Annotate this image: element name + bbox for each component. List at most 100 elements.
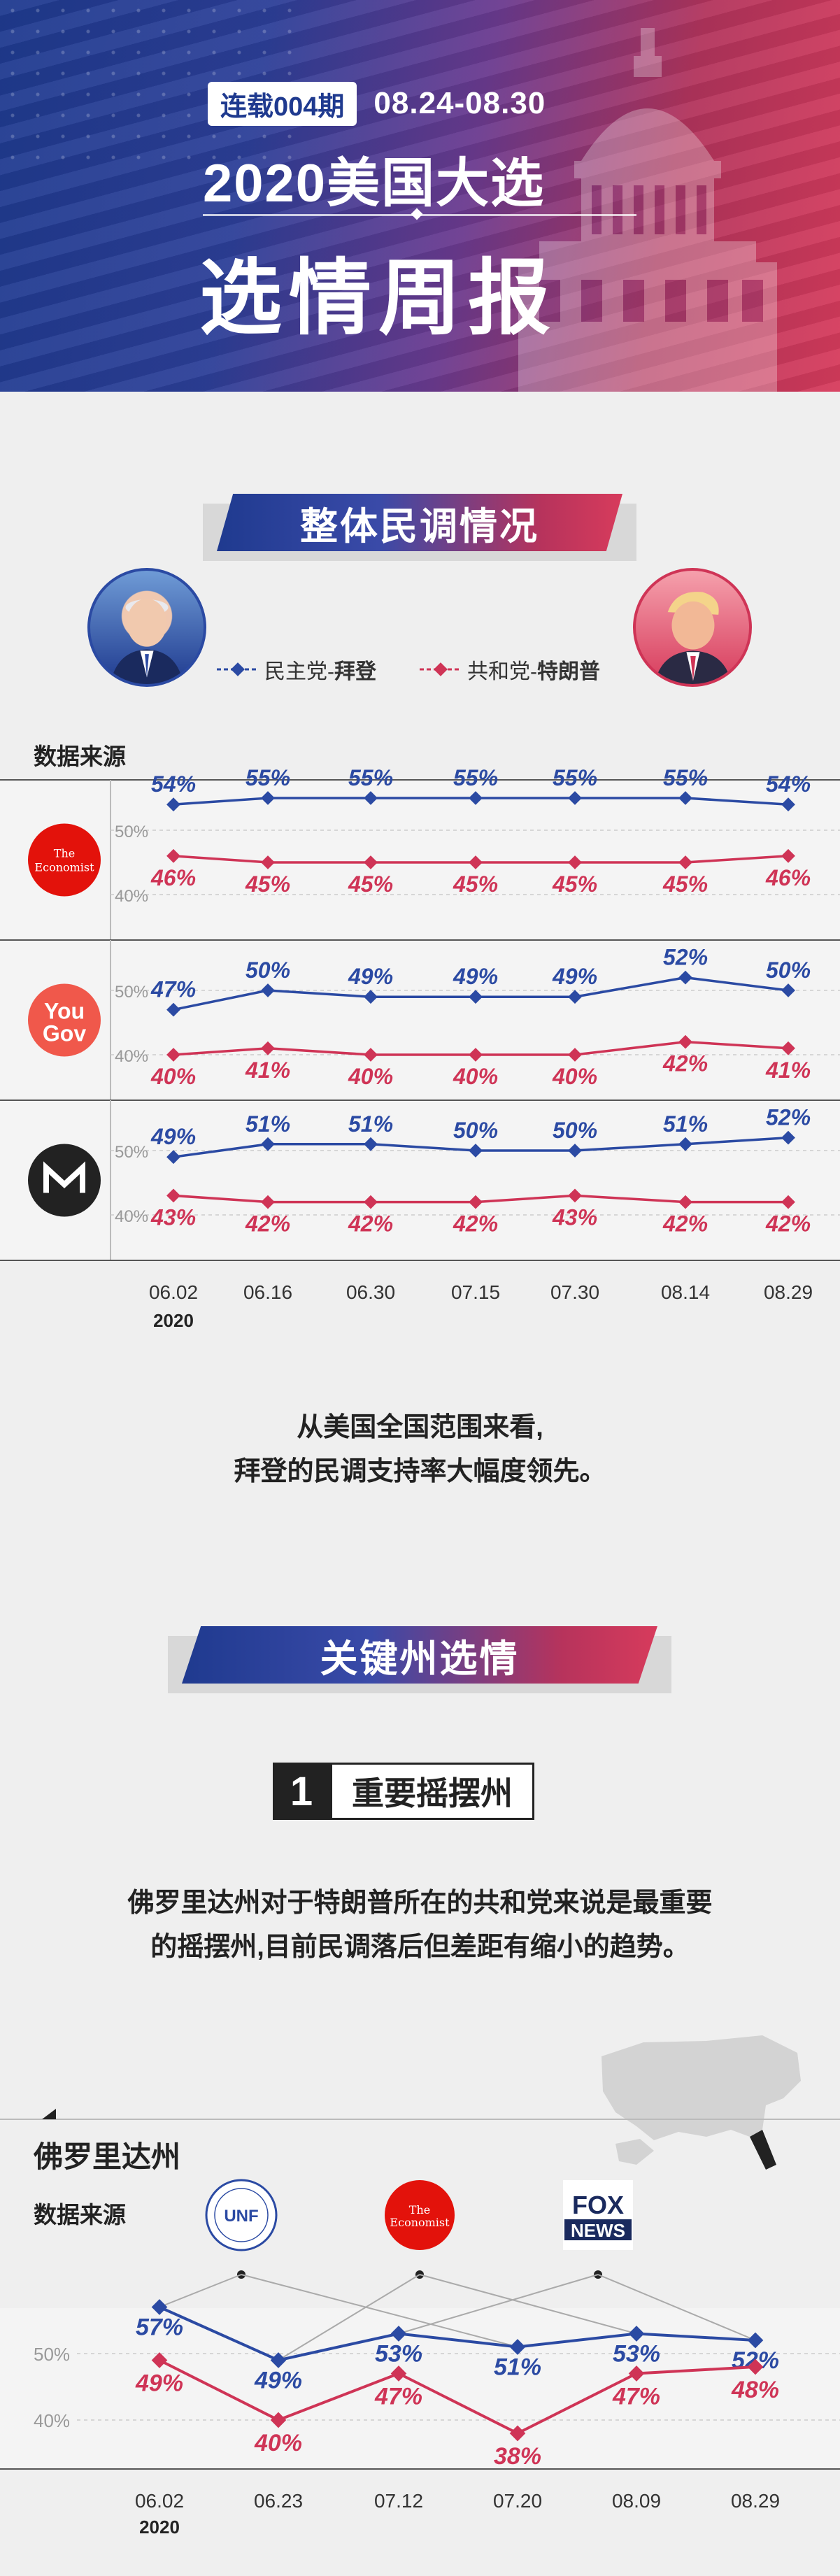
panel-background [0,1100,840,1260]
section-title: 整体民调情况 [217,494,622,551]
data-label: 40% [453,1064,498,1089]
data-label: 40% [552,1064,597,1089]
data-label: 42% [245,1211,290,1237]
swing-state-tag: 1 重要摇摆州 [273,1763,534,1820]
data-label: 42% [662,1051,708,1076]
x-year-label: 2020 [139,2517,180,2538]
poll-panel-3: 50%40%M49%51%51%50%50%51%52%43%42%42%42%… [0,1100,840,1260]
data-label: 53% [613,2341,660,2368]
data-label: 47% [374,2384,422,2410]
legend-rep-marker-icon [420,662,462,676]
x-tick-label: 07.12 [374,2490,423,2512]
y-tick-label: 40% [115,1207,148,1226]
x-tick-label: 07.15 [451,1281,500,1303]
data-label: 50% [766,958,811,983]
data-label: 51% [245,1111,290,1137]
data-label: 55% [453,765,498,790]
section-title: 关键州选情 [182,1626,657,1684]
x-tick-label: 08.29 [731,2490,780,2512]
data-label: 55% [553,765,597,790]
y-tick-label: 40% [115,887,148,906]
data-label: 49% [348,964,393,989]
data-label: 50% [245,958,290,983]
legend-dem-name: 拜登 [334,660,376,683]
swing-number: 1 [273,1763,330,1820]
summary-line-1: 从美国全国范围来看, [297,1413,543,1442]
data-label: 43% [552,1204,597,1230]
data-label: 49% [552,964,597,989]
data-label: 47% [150,977,196,1002]
data-label: 51% [663,1111,708,1137]
data-label: 51% [348,1111,393,1137]
section-banner-key-states: 关键州选情 [168,1626,671,1693]
logo-text: The [409,2203,430,2216]
y-tick-label: 50% [115,823,148,841]
data-label: 54% [151,771,196,797]
data-label: 47% [612,2384,660,2410]
section-banner-overall-polls: 整体民调情况 [203,494,636,561]
biden-avatar [87,568,206,687]
title-divider [203,214,636,216]
data-label: 49% [150,1124,196,1149]
data-label: 45% [245,871,290,897]
page-title: 2020美国大选 [203,154,546,213]
economist-logo [28,823,101,897]
x-tick-label: 06.23 [254,2490,303,2512]
page-subtitle: 选情周报 [199,252,558,345]
flag-stars [0,0,294,161]
data-label: 40% [348,1064,393,1089]
header-banner: 连载004期 08.24-08.30 2020美国大选 选情周报 [0,0,840,392]
data-label: 45% [552,871,597,897]
florida-poll-chart: UNF TheEconomist FOXNEWS 50% 40% 57% 49% 53% 51%… [0,2179,840,2538]
issue-dates: 08.24-08.30 [373,86,546,120]
data-label: 49% [453,964,498,989]
swing-label: 重要摇摆州 [330,1763,534,1820]
issue-badge: 连载004期 [208,81,357,126]
legend-dem-marker-icon [217,662,259,676]
data-label: 45% [453,871,498,897]
data-label: 49% [135,2370,183,2397]
data-label: 41% [765,1058,811,1083]
data-label: 41% [245,1058,290,1083]
legend-dem-party: 民主党- [264,660,334,683]
x-tick-label: 08.14 [661,1281,710,1303]
swing-description: 佛罗里达州对于特朗普所在的共和党来说是最重要 的摇摆州,目前民调落后但差距有缩小… [0,1881,840,1969]
data-label: 55% [663,765,708,790]
data-label: 46% [765,865,811,890]
x-tick-label: 06.30 [346,1281,395,1303]
poll-panel-1: 50% 40% TheEconomist 54% 55% 55% 55% 55% 55% 54% 4… [0,765,840,940]
data-label: 42% [662,1211,708,1237]
logo-text: NEWS [571,2220,625,2241]
trump-portrait-icon [654,592,732,684]
data-label: 54% [766,771,811,797]
x-year-label: 2020 [153,1310,194,1331]
swing-desc-line-1: 佛罗里达州对于特朗普所在的共和党来说是最重要 [127,1888,713,1918]
logo-text: Economist [34,861,94,874]
data-label: 43% [150,1204,196,1230]
legend-rep-name: 特朗普 [537,660,600,683]
legend-rep: 共和党- 特朗普 [420,654,600,685]
swing-desc-line-2: 的摇摆州,目前民调落后但差距有缩小的趋势。 [150,1932,690,1962]
national-poll-chart: 50% 40% TheEconomist 54% 55% 55% 55% 55% 55% 54% 4… [0,765,840,1331]
logo-text: You [44,999,85,1024]
logo-text: The [54,847,75,860]
source-connector [159,2274,242,2308]
data-label: 50% [453,1118,498,1143]
trump-avatar [633,568,752,687]
x-tick-label: 08.09 [612,2490,661,2512]
data-label: 40% [254,2430,302,2456]
legend-rep-party: 共和党- [467,660,537,683]
x-tick-label: 06.02 [149,1281,198,1303]
poll-panel-2: 50%40%YouGov47%50% 49% 49% 49%52%50%40% 41% 4… [0,939,840,1100]
data-label: 52% [663,945,708,970]
issue-row: 连载004期 08.24-08.30 [208,81,546,126]
summary-text: 从美国全国范围来看, 拜登的民调支持率大幅度领先。 [0,1406,840,1493]
panel-background [0,940,840,1100]
x-tick-label: 07.20 [493,2490,542,2512]
data-label: 53% [375,2341,422,2368]
y-tick-label: 50% [115,1143,148,1162]
data-label: 55% [245,765,290,790]
data-label: 40% [150,1064,196,1089]
x-tick-label: 07.30 [550,1281,599,1303]
logo-text: Economist [390,2216,450,2229]
